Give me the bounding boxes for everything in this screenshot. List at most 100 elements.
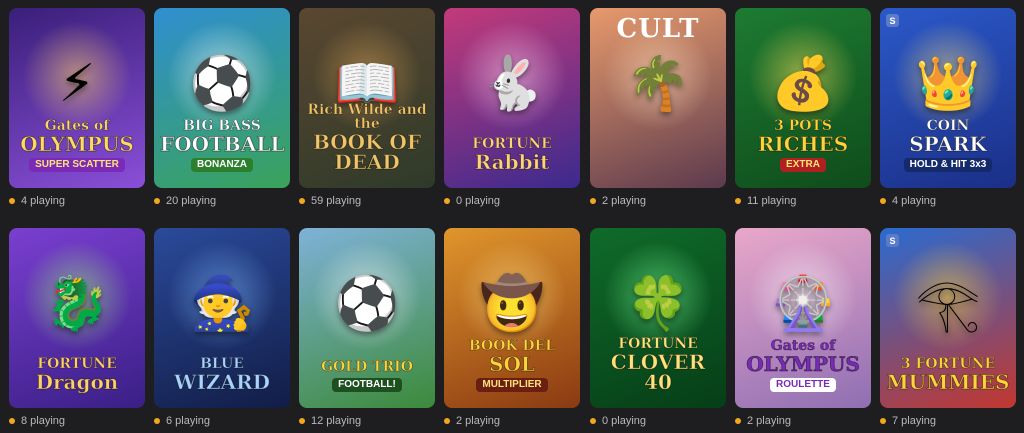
game-title-line: GOLD TRIO: [321, 359, 413, 375]
game-title: Gates of OLYMPUS SUPER SCATTER: [15, 119, 139, 172]
game-title-main: SPARK: [909, 132, 987, 156]
player-count-label: 11 playing: [747, 195, 797, 207]
game-subtitle: EXTRA: [780, 158, 826, 172]
game-card[interactable]: 👑 S COIN SPARK HOLD & HIT 3x3: [880, 8, 1016, 188]
player-count: 2 playing: [444, 414, 500, 428]
player-count: 4 playing: [880, 194, 936, 208]
game-title-line: 3 FORTUNE: [900, 356, 996, 372]
live-dot-icon: [735, 418, 741, 424]
game-card[interactable]: 🐉 FORTUNE Dragon: [9, 228, 145, 408]
game-card[interactable]: 🍀 FORTUNE CLOVER 40: [590, 228, 726, 408]
player-count: 2 playing: [590, 194, 646, 208]
player-count: 8 playing: [9, 414, 65, 428]
game-title-line: FORTUNE: [472, 136, 552, 152]
player-count-label: 2 playing: [456, 415, 501, 427]
game-card[interactable]: 𓂀 S 3 FORTUNE MUMMIES: [880, 228, 1016, 408]
game-card[interactable]: 🐇 FORTUNE Rabbit: [444, 8, 580, 188]
game-title: BLUE WIZARD: [160, 356, 284, 394]
player-count: 2 playing: [735, 414, 791, 428]
game-title: 3 POTS RICHES EXTRA: [741, 119, 865, 172]
game-card[interactable]: 🌴 CULT: [590, 8, 726, 188]
clover-icon: 🍀: [625, 274, 691, 333]
wizard-icon: 🧙: [189, 274, 255, 333]
live-dot-icon: [880, 198, 886, 204]
crown-icon: 👑: [915, 54, 981, 113]
live-dot-icon: [299, 418, 305, 424]
game-title-line: FORTUNE: [37, 356, 117, 372]
game-subtitle: MULTIPLIER: [476, 378, 548, 392]
game-title-main: Dragon: [35, 370, 119, 394]
live-dot-icon: [735, 198, 741, 204]
live-dot-icon: [590, 198, 596, 204]
soccer-ball-icon: ⚽: [189, 54, 255, 113]
player-count-label: 20 playing: [166, 195, 217, 207]
roulette-icon: 🎡: [770, 274, 836, 333]
game-title-main: BOOK OF DEAD: [312, 130, 422, 174]
game-title-main: WIZARD: [174, 370, 271, 394]
player-count: 11 playing: [735, 194, 796, 208]
palm-tree-icon: 🌴: [625, 54, 691, 113]
player-count-label: 2 playing: [747, 415, 792, 427]
player-count: 4 playing: [9, 194, 65, 208]
explorer-icon: 🤠: [479, 274, 545, 333]
live-dot-icon: [154, 418, 160, 424]
zeus-icon: ⚡: [58, 54, 96, 113]
game-title-main: Rabbit: [474, 150, 550, 174]
game-title-main: SOL: [489, 352, 536, 376]
live-dot-icon: [299, 198, 305, 204]
game-grid: ⚡ Gates of OLYMPUS SUPER SCATTER 4 playing ⚽ B…: [0, 0, 1024, 433]
pot-of-gold-icon: 💰: [770, 54, 836, 113]
game-title: CULT: [616, 14, 700, 44]
game-title-main: FOOTBALL: [160, 132, 285, 156]
game-card[interactable]: 🧙 BLUE WIZARD: [154, 228, 290, 408]
player-count-label: 8 playing: [21, 415, 66, 427]
game-title: FORTUNE CLOVER 40: [596, 337, 720, 394]
game-subtitle: BONANZA: [191, 158, 253, 172]
live-dot-icon: [444, 198, 450, 204]
game-title-line: BOOK DEL: [468, 338, 556, 354]
live-dot-icon: [9, 418, 15, 424]
game-title: FORTUNE Rabbit: [450, 136, 574, 174]
game-card[interactable]: 📖 Rich Wilde and the BOOK OF DEAD: [299, 8, 435, 188]
game-title: Rich Wilde and the BOOK OF DEAD: [305, 102, 429, 174]
pharaoh-icon: 𓂀: [915, 274, 981, 333]
game-title-main: RICHES: [757, 132, 849, 156]
game-title-line: BLUE: [200, 356, 244, 372]
game-card[interactable]: ⚡ Gates of OLYMPUS SUPER SCATTER: [9, 8, 145, 188]
game-title-main: MUMMIES: [886, 370, 1010, 394]
game-title-line: COIN: [926, 118, 970, 134]
game-card[interactable]: 💰 3 POTS RICHES EXTRA: [735, 8, 871, 188]
game-title-main: OLYMPUS: [20, 132, 134, 156]
game-subtitle: SUPER SCATTER: [29, 158, 125, 172]
game-title: 3 FORTUNE MUMMIES: [886, 356, 1010, 394]
dragon-icon: 🐉: [44, 274, 110, 333]
game-title: Gates of OLYMPUS ROULETTE: [741, 339, 865, 392]
game-title-line: Rich Wilde and the: [307, 102, 427, 132]
game-title: COIN SPARK HOLD & HIT 3x3: [886, 119, 1010, 172]
live-dot-icon: [9, 198, 15, 204]
game-card[interactable]: 🤠 BOOK DEL SOL MULTIPLIER: [444, 228, 580, 408]
game-title: FORTUNE Dragon: [15, 356, 139, 394]
game-title-line: BIG BASS: [183, 118, 261, 134]
game-subtitle: HOLD & HIT 3x3: [903, 158, 993, 172]
game-subtitle: FOOTBALL!: [332, 378, 402, 392]
provider-badge: S: [886, 234, 899, 247]
game-title: BOOK DEL SOL MULTIPLIER: [450, 339, 574, 392]
player-count: 20 playing: [154, 194, 216, 208]
provider-badge: S: [886, 14, 899, 27]
player-count: 6 playing: [154, 414, 210, 428]
game-card[interactable]: 🎡 Gates of OLYMPUS ROULETTE: [735, 228, 871, 408]
game-title-main: CLOVER 40: [610, 350, 706, 394]
soccer-ball-icon: ⚽: [334, 274, 400, 333]
game-title-main: OLYMPUS: [746, 352, 860, 376]
game-card[interactable]: ⚽ GOLD TRIO FOOTBALL!: [299, 228, 435, 408]
player-count-label: 6 playing: [166, 415, 211, 427]
live-dot-icon: [880, 418, 886, 424]
game-title: GOLD TRIO FOOTBALL!: [305, 360, 429, 392]
player-count-label: 59 playing: [311, 195, 362, 207]
game-card[interactable]: ⚽ BIG BASS FOOTBALL BONANZA: [154, 8, 290, 188]
rabbit-icon: 🐇: [479, 54, 545, 113]
player-count-label: 0 playing: [456, 195, 501, 207]
player-count-label: 7 playing: [892, 415, 937, 427]
player-count: 0 playing: [590, 414, 646, 428]
